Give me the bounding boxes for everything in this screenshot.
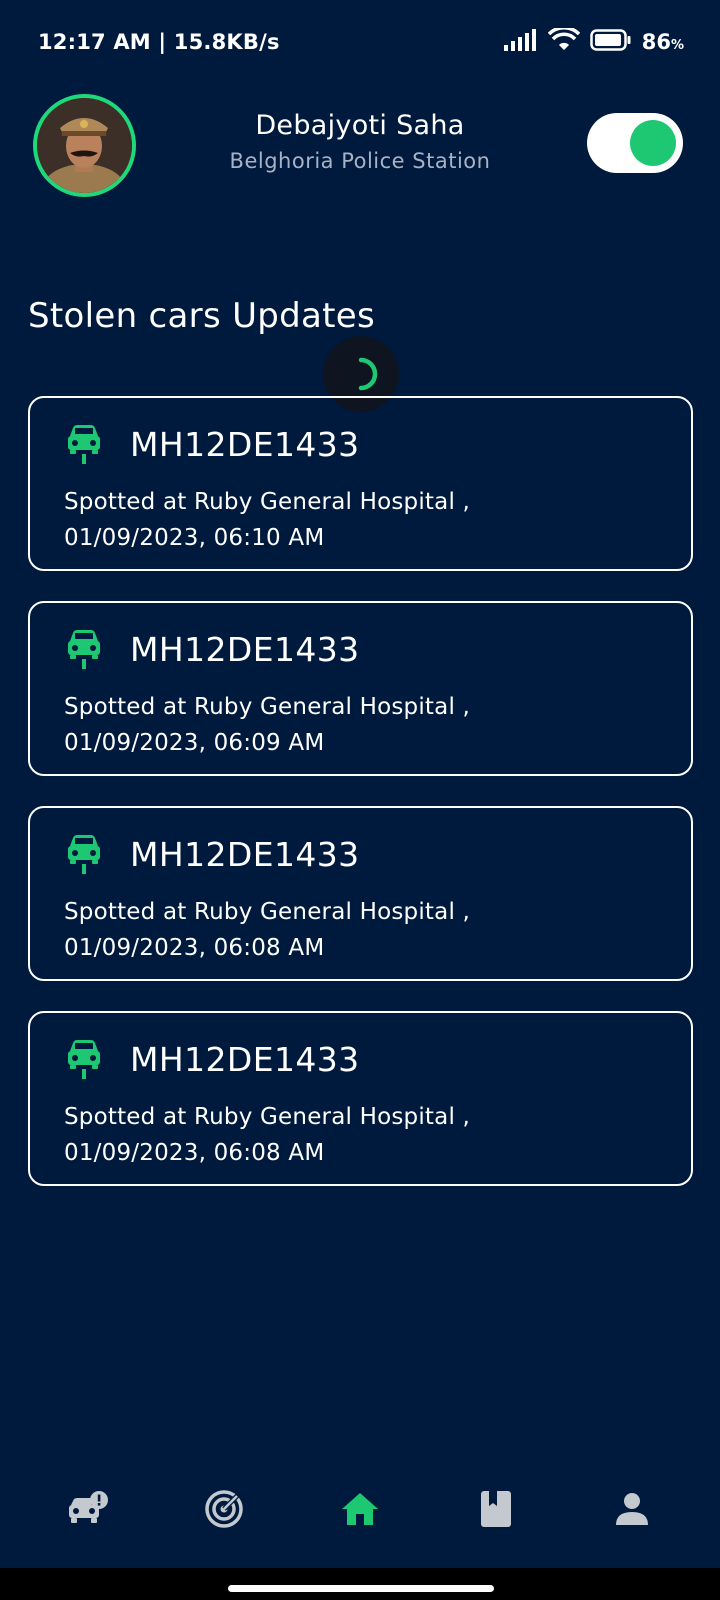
availability-toggle[interactable]: [587, 113, 683, 173]
card-details: Spotted at Ruby General Hospital , 01/09…: [64, 894, 657, 966]
car-alert-icon: [68, 1491, 108, 1531]
license-plate: MH12DE1433: [130, 424, 360, 464]
spotted-datetime: 01/09/2023, 06:10 AM: [64, 525, 325, 551]
car-icon: [66, 834, 102, 874]
gesture-area: [0, 1568, 720, 1600]
spotted-location: Spotted at Ruby General Hospital ,: [64, 899, 471, 925]
app-screen: 12:17 AM | 15.8KB/s 86% Debajyoti Saha B…: [0, 0, 720, 1600]
car-icon: [66, 424, 102, 464]
status-bar: 12:17 AM | 15.8KB/s 86%: [0, 0, 720, 84]
license-plate: MH12DE1433: [130, 629, 360, 669]
bookmark-book-icon: [480, 1490, 512, 1532]
spotted-location: Spotted at Ruby General Hospital ,: [64, 489, 471, 515]
radar-icon: [204, 1489, 244, 1533]
card-header: MH12DE1433: [64, 1037, 657, 1081]
bottom-navigation: [0, 1466, 720, 1556]
nav-radar[interactable]: [194, 1481, 254, 1541]
battery-unit: %: [670, 38, 684, 53]
card-details: Spotted at Ruby General Hospital , 01/09…: [64, 689, 657, 761]
wifi-icon: [547, 26, 580, 56]
update-card[interactable]: MH12DE1433 Spotted at Ruby General Hospi…: [28, 601, 693, 776]
update-card[interactable]: MH12DE1433 Spotted at Ruby General Hospi…: [28, 806, 693, 981]
battery-level: 86: [641, 30, 671, 54]
spotted-datetime: 01/09/2023, 06:08 AM: [64, 1140, 325, 1166]
spotted-location: Spotted at Ruby General Hospital ,: [64, 1104, 471, 1130]
status-icons: 86%: [503, 26, 684, 56]
update-card[interactable]: MH12DE1433 Spotted at Ruby General Hospi…: [28, 1011, 693, 1186]
car-icon: [66, 629, 102, 669]
toggle-knob: [630, 120, 676, 166]
card-details: Spotted at Ruby General Hospital , 01/09…: [64, 484, 657, 556]
nav-records[interactable]: [466, 1481, 526, 1541]
home-icon: [341, 1492, 379, 1530]
battery-percentage: 86%: [642, 30, 684, 54]
nav-home[interactable]: [330, 1481, 390, 1541]
license-plate: MH12DE1433: [130, 1039, 360, 1079]
signal-icon: [503, 29, 538, 55]
battery-icon: [589, 29, 632, 55]
car-icon: [66, 1039, 102, 1079]
nav-profile[interactable]: [602, 1481, 662, 1541]
nav-car-alert[interactable]: [58, 1481, 118, 1541]
card-header: MH12DE1433: [64, 832, 657, 876]
section-title: Stolen cars Updates: [28, 296, 376, 336]
card-header: MH12DE1433: [64, 422, 657, 466]
spotted-location: Spotted at Ruby General Hospital ,: [64, 694, 471, 720]
update-card[interactable]: MH12DE1433 Spotted at Ruby General Hospi…: [28, 396, 693, 571]
card-header: MH12DE1433: [64, 627, 657, 671]
status-time-speed: 12:17 AM | 15.8KB/s: [38, 30, 280, 54]
officer-avatar[interactable]: [33, 94, 136, 197]
spotted-datetime: 01/09/2023, 06:08 AM: [64, 935, 325, 961]
officer-station: Belghoria Police Station: [229, 149, 491, 173]
stolen-car-update-list: MH12DE1433 Spotted at Ruby General Hospi…: [28, 396, 693, 1216]
officer-info: Debajyoti Saha Belghoria Police Station: [200, 110, 520, 173]
card-details: Spotted at Ruby General Hospital , 01/09…: [64, 1099, 657, 1171]
person-icon: [615, 1492, 649, 1530]
officer-name: Debajyoti Saha: [255, 110, 465, 141]
spotted-datetime: 01/09/2023, 06:09 AM: [64, 730, 325, 756]
license-plate: MH12DE1433: [130, 834, 360, 874]
home-gesture-bar[interactable]: [228, 1585, 494, 1592]
